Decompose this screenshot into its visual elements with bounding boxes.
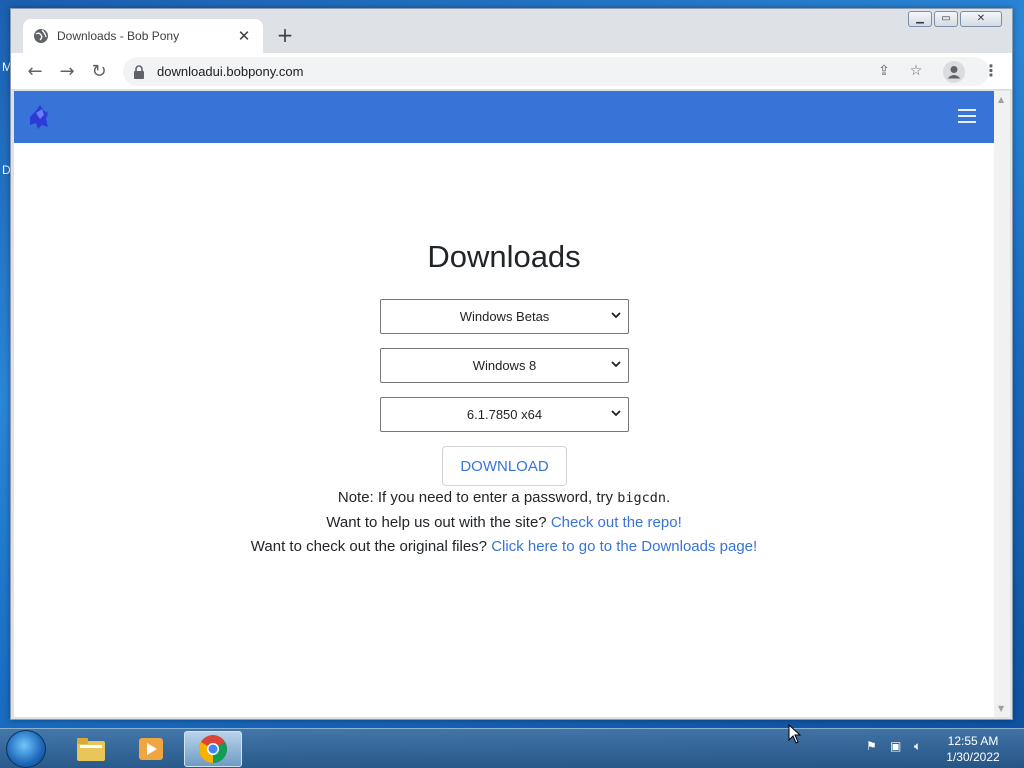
category-select-value: Windows Betas <box>459 309 550 324</box>
browser-window: Downloads - Bob Pony ✕ + ▁ ▭ ✕ ← → ↻ dow… <box>10 8 1013 720</box>
note-prefix: Note: If you need to enter a password, t… <box>337 489 614 506</box>
chevron-down-icon <box>611 361 621 368</box>
profile-avatar-icon[interactable] <box>943 61 965 83</box>
network-icon[interactable]: ▣ <box>890 739 901 753</box>
folder-icon <box>77 738 105 761</box>
build-select[interactable]: 6.1.7850 x64 <box>380 397 629 432</box>
build-select-value: 6.1.7850 x64 <box>466 407 543 422</box>
reload-icon[interactable]: ↻ <box>89 62 109 82</box>
taskbar: ⚑ ▣ 🔈︎ 12:55 AM 1/30/2022 <box>0 728 1024 768</box>
hamburger-menu-icon[interactable] <box>958 109 976 123</box>
browser-menu-icon[interactable]: ⋮ <box>983 61 999 80</box>
files-note: Want to check out the original files? Cl… <box>14 538 994 555</box>
note-suffix: . <box>665 489 671 506</box>
help-prefix: Want to help us out with the site? <box>326 514 547 531</box>
clock-date: 1/30/2022 <box>946 750 1000 764</box>
clock-time: 12:55 AM <box>947 734 999 748</box>
downloads-page-link[interactable]: Click here to go to the Downloads page! <box>491 538 757 555</box>
chevron-down-icon <box>611 410 621 417</box>
window-controls: ▁ ▭ ✕ <box>908 11 1002 27</box>
bookmark-star-icon[interactable]: ☆ <box>907 63 925 79</box>
scroll-down-icon[interactable]: ▼ <box>998 704 1004 713</box>
password-code: bigcdn <box>617 490 666 506</box>
lock-icon <box>134 64 144 79</box>
chevron-down-icon <box>611 312 621 319</box>
product-select-value: Windows 8 <box>472 358 537 373</box>
action-center-flag-icon[interactable]: ⚑ <box>866 739 877 753</box>
site-navbar <box>14 91 994 143</box>
explorer-taskbar-icon[interactable] <box>62 731 120 767</box>
share-icon[interactable]: ⇪ <box>875 63 893 79</box>
address-bar[interactable]: downloadui.bobpony.com <box>123 57 989 86</box>
volume-icon[interactable]: 🔈︎ <box>914 739 921 754</box>
forward-arrow-icon[interactable]: → <box>57 62 77 82</box>
site-logo-icon[interactable] <box>26 103 52 131</box>
scroll-up-icon[interactable]: ▲ <box>998 95 1004 104</box>
tab-downloads[interactable]: Downloads - Bob Pony ✕ <box>23 19 263 53</box>
page-scrollbar[interactable]: ▲ ▼ <box>994 91 1010 717</box>
url-text: downloadui.bobpony.com <box>157 64 304 79</box>
globe-icon <box>34 29 48 43</box>
close-icon[interactable]: ✕ <box>235 27 253 45</box>
taskbar-clock[interactable]: 12:55 AM 1/30/2022 <box>938 733 1008 765</box>
page-viewport: Downloads Windows Betas Windows 8 6.1.78… <box>14 91 994 717</box>
new-tab-button[interactable]: + <box>275 25 295 45</box>
maximize-button[interactable]: ▭ <box>934 11 958 27</box>
category-select[interactable]: Windows Betas <box>380 299 629 334</box>
password-note: Note: If you need to enter a password, t… <box>14 489 994 506</box>
help-note: Want to help us out with the site? Check… <box>14 514 994 531</box>
window-close-button[interactable]: ✕ <box>960 11 1002 27</box>
mouse-cursor-icon <box>788 724 802 744</box>
product-select[interactable]: Windows 8 <box>380 348 629 383</box>
chrome-taskbar-icon[interactable] <box>184 731 242 767</box>
repo-link[interactable]: Check out the repo! <box>551 514 682 531</box>
media-player-taskbar-icon[interactable] <box>122 731 180 767</box>
minimize-button[interactable]: ▁ <box>908 11 932 27</box>
download-button[interactable]: DOWNLOAD <box>442 446 567 486</box>
back-arrow-icon[interactable]: ← <box>25 62 45 82</box>
files-prefix: Want to check out the original files? <box>250 538 488 555</box>
page-title: Downloads <box>427 239 581 274</box>
media-player-icon <box>139 738 163 760</box>
tab-strip: Downloads - Bob Pony ✕ + ▁ ▭ ✕ <box>11 9 1012 53</box>
browser-toolbar: ← → ↻ downloadui.bobpony.com ⇪ ☆ ⋮ <box>11 53 1012 90</box>
tab-title: Downloads - Bob Pony <box>57 29 180 43</box>
chrome-icon <box>199 735 227 763</box>
start-button[interactable] <box>6 730 46 768</box>
